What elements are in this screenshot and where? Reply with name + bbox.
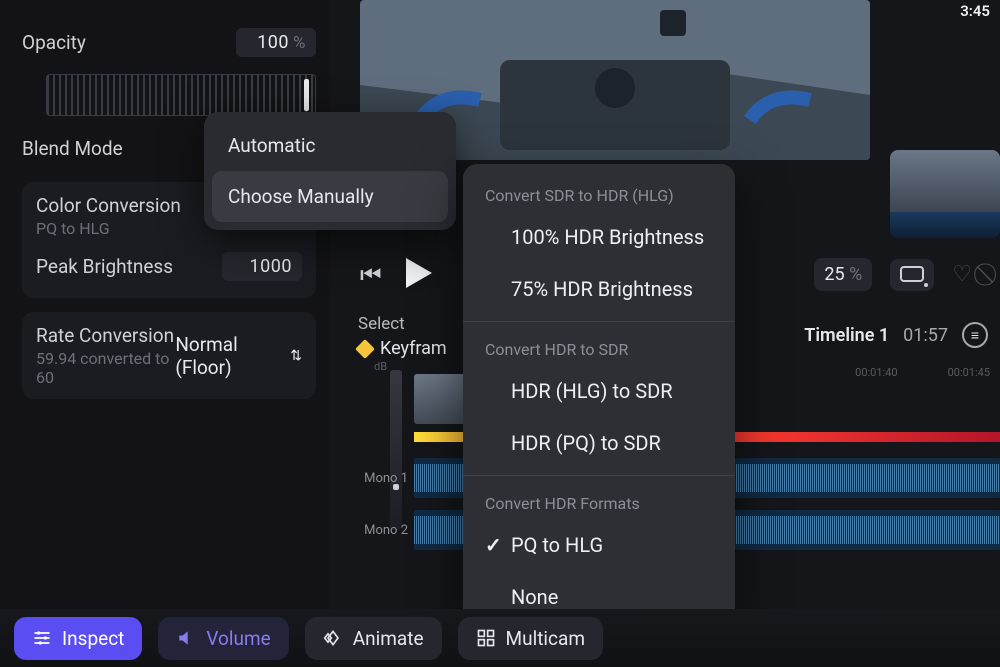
blend-mode-label: Blend Mode (22, 137, 123, 160)
zoom-level-box[interactable]: 25 % (814, 258, 872, 291)
color-conversion-label: Color Conversion (36, 194, 181, 217)
app-root: Opacity 100 % Blend Mode Color Conversio… (0, 0, 1000, 667)
inspect-button[interactable]: Inspect (14, 617, 142, 660)
keyframe-label: Keyfram (380, 338, 447, 359)
animate-label: Animate (353, 627, 424, 650)
menu-hlg-sdr[interactable]: HDR (HLG) to SDR (463, 365, 735, 417)
audio-meter[interactable] (390, 370, 402, 530)
menu-100-hdr[interactable]: 100% HDR Brightness (463, 211, 735, 263)
menu-75-hdr[interactable]: 75% HDR Brightness (463, 263, 735, 315)
timeline-ticks: 00:01:40 00:01:45 (855, 366, 990, 379)
animate-button[interactable]: Animate (305, 617, 442, 660)
rate-conversion-value: Normal (Floor) (175, 333, 284, 379)
rate-conversion-sublabel: 59.94 converted to 60 (36, 349, 175, 387)
sliders-icon (32, 628, 52, 648)
clip-thumbnail[interactable] (890, 150, 1000, 238)
track-mono2-label: Mono 2 (356, 523, 414, 538)
menu-header-hdr-formats: Convert HDR Formats (463, 482, 735, 519)
menu-header-sdr-hdr: Convert SDR to HDR (HLG) (463, 174, 735, 211)
check-icon: ✓ (485, 533, 501, 557)
menu-header-hdr-sdr: Convert HDR to SDR (463, 328, 735, 365)
display-settings-button[interactable] (890, 259, 934, 291)
db-label: dB (374, 360, 387, 373)
volume-button[interactable]: Volume (158, 617, 288, 660)
thumbnail-frame (890, 150, 1000, 212)
select-label: Select (358, 314, 447, 334)
color-conversion-menu: Convert SDR to HDR (HLG) 100% HDR Bright… (463, 164, 735, 627)
chevron-updown-icon: ⇅ (290, 349, 302, 363)
time-corner: 3:45 (960, 2, 990, 20)
inspect-label: Inspect (62, 627, 124, 650)
prev-frame-button[interactable]: ⏮ (360, 261, 382, 289)
speaker-icon (176, 628, 196, 648)
multicam-label: Multicam (506, 627, 585, 650)
bottom-bar: Inspect Volume Animate Multicam (0, 609, 1000, 667)
keyframes-icon (323, 628, 343, 648)
zoom-unit: % (849, 264, 862, 285)
opacity-value-box[interactable]: 100 % (236, 28, 316, 57)
opacity-label: Opacity (22, 31, 86, 54)
keyframe-button[interactable]: Keyfram (358, 338, 447, 359)
rate-conversion-panel: Rate Conversion 59.94 converted to 60 No… (22, 312, 316, 399)
color-conversion-sublabel: PQ to HLG (36, 219, 181, 238)
timeline-tick: 00:01:40 (855, 366, 897, 379)
peak-brightness-value-box[interactable]: 1000 (222, 252, 302, 281)
menu-pq-sdr[interactable]: HDR (PQ) to SDR (463, 417, 735, 469)
track-mono1-label: Mono 1 (356, 471, 414, 486)
multicam-button[interactable]: Multicam (458, 617, 603, 660)
peak-brightness-value: 1000 (250, 256, 292, 277)
color-conv-mode-popover: Automatic Choose Manually (204, 112, 456, 230)
menu-pq-hlg[interactable]: ✓PQ to HLG (463, 519, 735, 571)
select-keyframe-block: Select Keyfram (358, 314, 447, 359)
peak-brightness-label: Peak Brightness (36, 255, 173, 278)
opacity-value: 100 (257, 32, 289, 53)
transport-controls: ⏮ (360, 258, 432, 292)
menu-separator (463, 475, 735, 476)
play-button[interactable] (406, 258, 432, 292)
volume-label: Volume (206, 627, 270, 650)
opacity-unit: % (293, 33, 306, 53)
inspector-sidebar: Opacity 100 % Blend Mode Color Conversio… (0, 0, 330, 640)
keyframe-diamond-icon (355, 339, 375, 359)
mode-automatic[interactable]: Automatic (212, 120, 448, 171)
menu-separator (463, 321, 735, 322)
timeline-time: 01:57 (903, 325, 948, 346)
timeline-name[interactable]: Timeline 1 (804, 325, 889, 346)
grid-icon (476, 628, 496, 648)
zoom-value: 25 (824, 264, 844, 285)
mode-choose-manually[interactable]: Choose Manually (212, 171, 448, 222)
opacity-slider[interactable] (46, 74, 316, 116)
timeline-info-icon[interactable]: ≡ (962, 322, 988, 348)
thumbnail-waveform (890, 212, 1000, 238)
preview-right-controls: 25 % ♡ ⃠ (814, 258, 990, 291)
rate-conversion-dropdown[interactable]: Normal (Floor) ⇅ (175, 333, 302, 379)
favorite-icon[interactable]: ♡ (952, 262, 972, 287)
rate-conversion-label: Rate Conversion (36, 324, 175, 347)
timeline-tick: 00:01:45 (948, 366, 990, 379)
timeline-header: Timeline 1 01:57 ≡ (804, 322, 988, 348)
